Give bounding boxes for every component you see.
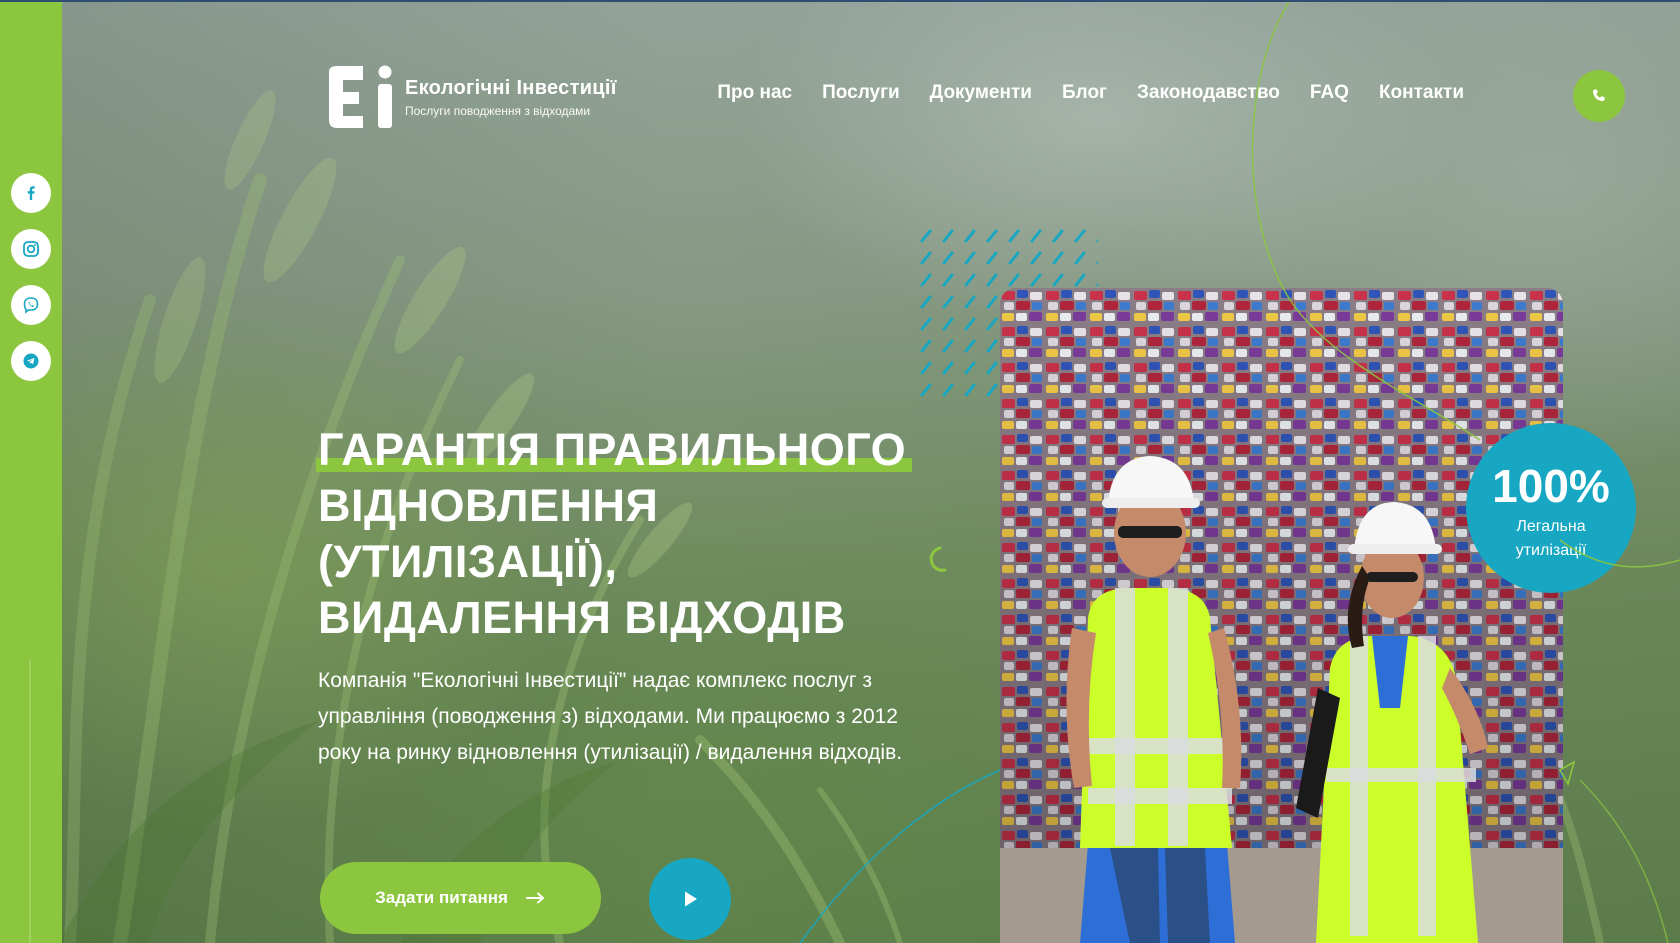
facebook-icon [27,186,35,200]
nav-blog[interactable]: Блог [1062,82,1107,104]
play-icon [685,891,697,907]
hero-title-line-4: ВИДАЛЕННЯ ВІДХОДІВ [318,592,846,643]
nav-contacts[interactable]: Контакти [1379,82,1464,104]
social-facebook-button[interactable] [11,173,51,213]
viber-icon [23,297,39,314]
logo-subtitle: Послуги поводження з відходами [405,103,591,118]
social-viber-button[interactable] [11,285,51,325]
ask-question-button[interactable]: Задати питання [320,862,601,934]
logo-ei-icon [329,65,392,128]
badge-value: 100% [1492,460,1610,512]
nav-legislation[interactable]: Законодавство [1137,82,1280,104]
nav-documents[interactable]: Документи [930,82,1032,104]
hero-photo-recycling-workers [1000,288,1563,943]
badge-label-line-1: Легальна [1516,518,1586,535]
social-instagram-button[interactable] [11,229,51,269]
nav-faq[interactable]: FAQ [1310,82,1349,104]
left-green-rail [0,0,62,943]
badge-label-line-2: утилізації [1515,542,1587,559]
play-video-button[interactable] [649,858,731,940]
ask-question-label: Задати питання [375,888,508,907]
main-navigation: Про нас Послуги Документи Блог Законодав… [717,82,1464,104]
hero-title-line-3: (УТИЛІЗАЦІЇ), [318,536,618,587]
social-telegram-button[interactable] [11,341,51,381]
arrow-right-icon [525,892,544,904]
logo-title: Екологічні Інвестиції [405,76,617,99]
telegram-icon [23,353,39,369]
instagram-icon [23,241,39,257]
site-logo[interactable]: Екологічні Інвестиції Послуги поводження… [325,62,617,132]
legal-recycling-badge: 100% Легальна утилізації [1466,423,1636,593]
nav-about[interactable]: Про нас [717,82,792,104]
phone-button[interactable] [1573,70,1625,122]
hero-title-line-1: ГАРАНТІЯ ПРАВИЛЬНОГО [315,422,913,478]
phone-icon [1593,89,1605,101]
top-border [0,0,1680,2]
hero-title: ГАРАНТІЯ ПРАВИЛЬНОГО ВІДНОВЛЕННЯ (УТИЛІЗ… [315,422,938,646]
hero-description: Компанія "Екологічні Інвестиції" надає к… [318,669,903,764]
photo-workers-illustration [1000,288,1563,943]
hero-title-line-2: ВІДНОВЛЕННЯ [318,480,659,531]
nav-services[interactable]: Послуги [822,82,900,104]
